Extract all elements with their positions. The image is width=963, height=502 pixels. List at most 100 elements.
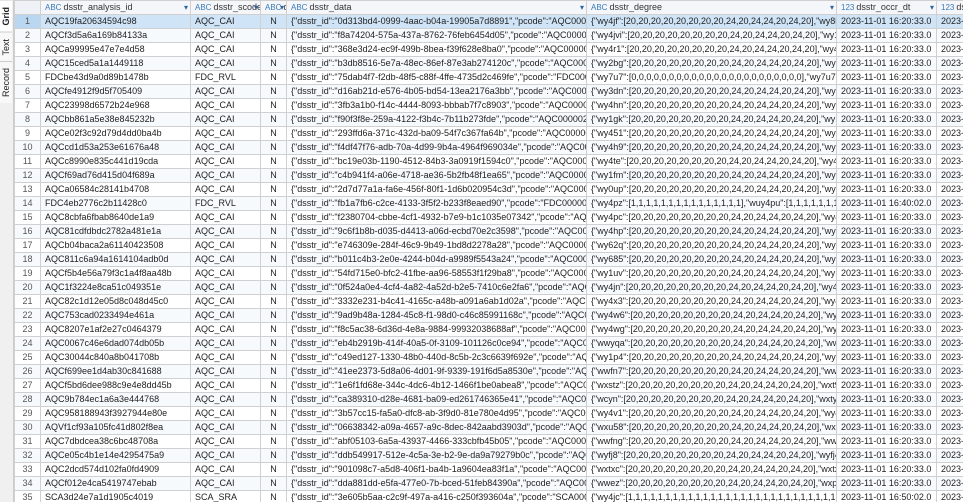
- cell-scode-detail[interactable]: AQC_CAI: [191, 281, 261, 295]
- cell-analysis-id[interactable]: AQCfe4912f9d5f705409: [41, 85, 191, 99]
- cell-creat[interactable]: 2023-11-01 16:: [937, 239, 963, 253]
- row-number[interactable]: 22: [15, 309, 41, 323]
- cell-degree[interactable]: {"wy4jn":[20,20,20,20,20,20,20,20,24,20,…: [587, 281, 837, 295]
- cell-scode-detail[interactable]: AQC_CAI: [191, 99, 261, 113]
- row-number[interactable]: 14: [15, 197, 41, 211]
- cell-degree[interactable]: {"wy4te":[20,20,20,20,20,20,20,20,24,20,…: [587, 155, 837, 169]
- table-row[interactable]: 14FDC4eb2776c2b11428c0FDC_RVLN{"dsstr_id…: [15, 197, 963, 211]
- cell-data[interactable]: {"dsstr_id":"ca389310-d28e-4681-ba09-ed2…: [287, 393, 587, 407]
- cell-creat[interactable]: 2023-11-01 16:: [937, 323, 963, 337]
- cell-creat[interactable]: 2023-11-01 16:: [937, 57, 963, 71]
- cell-data[interactable]: {"dsstr_id":"c49ed127-1330-48b0-440d-8c5…: [287, 351, 587, 365]
- cell-scode-detail[interactable]: AQC_CAI: [191, 29, 261, 43]
- table-row[interactable]: 30AQVf1cf93a105fc41d802f8eaAQC_CAIN{"dss…: [15, 421, 963, 435]
- cell-occr-dt[interactable]: 2023-11-01 16:20:33.0: [837, 295, 937, 309]
- cell-occr-dt[interactable]: 2023-11-01 16:20:33.0: [837, 393, 937, 407]
- row-number[interactable]: 10: [15, 141, 41, 155]
- row-number[interactable]: 25: [15, 351, 41, 365]
- table-row[interactable]: 8AQCbb861a5e38e845232bAQC_CAIN{"dsstr_id…: [15, 113, 963, 127]
- cell-occr-dt[interactable]: 2023-11-01 16:20:33.0: [837, 155, 937, 169]
- row-number[interactable]: 4: [15, 57, 41, 71]
- cell-scode-detail[interactable]: AQC_CAI: [191, 239, 261, 253]
- cell-degree[interactable]: {"wy4jvi":[20,20,20,20,20,20,20,20,24,20…: [587, 29, 837, 43]
- cell-degree[interactable]: {"wy4jf":[20,20,20,20,20,20,20,20,24,20,…: [587, 15, 837, 29]
- cell-data[interactable]: {"dsstr_id":"b3db8516-5e7a-48ec-86ef-87e…: [287, 57, 587, 71]
- cell-degree[interactable]: {"wy62q":[20,20,20,20,20,20,20,20,24,20,…: [587, 239, 837, 253]
- cell-occr-dt[interactable]: 2023-11-01 16:20:33.0: [837, 169, 937, 183]
- cell-scode-detail[interactable]: AQC_CAI: [191, 477, 261, 491]
- cell-degree[interactable]: {"wwfng":[20,20,20,20,20,20,20,20,24,20,…: [587, 435, 837, 449]
- cell-data[interactable]: {"dsstr_id":"54fd715e0-bfc2-41fbe-aa96-5…: [287, 267, 587, 281]
- cell-creat[interactable]: 2023-11-01 16:: [937, 435, 963, 449]
- cell-data[interactable]: {"dsstr_id":"dda881dd-e5fa-477e0-7b-bced…: [287, 477, 587, 491]
- cell-creat[interactable]: 2023-11-01 16:: [937, 421, 963, 435]
- dropdown-icon[interactable]: ▾: [830, 2, 834, 13]
- cell-data[interactable]: {"dsstr_id":"06638342-a09a-4657-a9c-8dec…: [287, 421, 587, 435]
- row-number[interactable]: 6: [15, 85, 41, 99]
- cell-rcv-flg[interactable]: N: [261, 169, 287, 183]
- cell-rcv-flg[interactable]: N: [261, 379, 287, 393]
- row-number[interactable]: 30: [15, 421, 41, 435]
- data-grid[interactable]: ABCdsstr_analysis_id▾ ABCdsstr_scode_det…: [14, 0, 963, 502]
- table-row[interactable]: 5FDCbe43d9a0d89b1478bFDC_RVLN{"dsstr_id"…: [15, 71, 963, 85]
- row-number[interactable]: 8: [15, 113, 41, 127]
- dropdown-icon[interactable]: ▾: [580, 2, 584, 13]
- row-number[interactable]: 20: [15, 281, 41, 295]
- row-number[interactable]: 21: [15, 295, 41, 309]
- cell-occr-dt[interactable]: 2023-11-01 16:20:33.0: [837, 43, 937, 57]
- cell-degree[interactable]: {"wy4v1":[20,20,20,20,20,20,20,20,24,20,…: [587, 407, 837, 421]
- cell-occr-dt[interactable]: 2023-11-01 16:50:02.0: [837, 491, 937, 502]
- cell-data[interactable]: {"dsstr_id":"f2380704-cbbe-4cf1-4932-b7e…: [287, 211, 587, 225]
- cell-rcv-flg[interactable]: N: [261, 29, 287, 43]
- cell-scode-detail[interactable]: SCA_SRA: [191, 491, 261, 502]
- cell-rcv-flg[interactable]: N: [261, 491, 287, 502]
- cell-scode-detail[interactable]: AQC_CAI: [191, 141, 261, 155]
- row-number[interactable]: 11: [15, 155, 41, 169]
- cell-creat[interactable]: 2023-11-01 16:: [937, 253, 963, 267]
- cell-degree[interactable]: {"wy1fm":[20,20,20,20,20,20,20,20,24,20,…: [587, 169, 837, 183]
- cell-degree[interactable]: {"wy1p4":[20,20,20,20,20,20,20,20,24,20,…: [587, 351, 837, 365]
- table-row[interactable]: 20AQC1f3224e8ca51c049351eAQC_CAIN{"dsstr…: [15, 281, 963, 295]
- cell-occr-dt[interactable]: 2023-11-01 16:40:02.0: [837, 197, 937, 211]
- table-row[interactable]: 27AQCf5bd6dee988c9e4e8dd45bAQC_CAIN{"dss…: [15, 379, 963, 393]
- cell-occr-dt[interactable]: 2023-11-01 16:20:33.0: [837, 351, 937, 365]
- cell-creat[interactable]: 2023-11-01 16:: [937, 309, 963, 323]
- cell-degree[interactable]: {"wy4jc":[1,1,1,1,1,1,1,1,1,1,1,1,1,1,1,…: [587, 491, 837, 502]
- row-number[interactable]: 3: [15, 43, 41, 57]
- cell-creat[interactable]: 2023-11-01 16:: [937, 491, 963, 502]
- cell-degree[interactable]: {"wwfn7":[20,20,20,20,20,20,20,20,24,20,…: [587, 365, 837, 379]
- cell-scode-detail[interactable]: AQC_CAI: [191, 309, 261, 323]
- table-row[interactable]: 22AQC753cad0233494e461aAQC_CAIN{"dsstr_i…: [15, 309, 963, 323]
- cell-data[interactable]: {"dsstr_id":"bc19e03b-1190-4512-84b3-3a0…: [287, 155, 587, 169]
- cell-scode-detail[interactable]: AQC_CAI: [191, 183, 261, 197]
- cell-creat[interactable]: 2023-11-01 16:: [937, 365, 963, 379]
- row-number[interactable]: 27: [15, 379, 41, 393]
- cell-creat[interactable]: 2023-11-01 16:: [937, 379, 963, 393]
- cell-creat[interactable]: 2023-11-01 16:: [937, 71, 963, 85]
- cell-rcv-flg[interactable]: N: [261, 253, 287, 267]
- cell-analysis-id[interactable]: SCA3d24e7a1d1905c4019: [41, 491, 191, 502]
- cell-data[interactable]: {"dsstr_id":"f8a74204-575a-437a-8762-76f…: [287, 29, 587, 43]
- cell-rcv-flg[interactable]: N: [261, 15, 287, 29]
- cell-rcv-flg[interactable]: N: [261, 421, 287, 435]
- cell-analysis-id[interactable]: AQCf5bd6dee988c9e4e8dd45b: [41, 379, 191, 393]
- cell-data[interactable]: {"dsstr_id":"f90f3f8e-259a-4122-f3b4c-7b…: [287, 113, 587, 127]
- cell-rcv-flg[interactable]: N: [261, 295, 287, 309]
- row-number[interactable]: 16: [15, 225, 41, 239]
- col-creat[interactable]: 123dsstr_creat▾: [937, 1, 963, 15]
- cell-analysis-id[interactable]: AQC0067c46e6dad074db05b: [41, 337, 191, 351]
- cell-occr-dt[interactable]: 2023-11-01 16:20:33.0: [837, 449, 937, 463]
- cell-analysis-id[interactable]: AQC30044c840a8b041708b: [41, 351, 191, 365]
- cell-occr-dt[interactable]: 2023-11-01 16:20:33.0: [837, 323, 937, 337]
- cell-creat[interactable]: 2023-11-01 16:: [937, 393, 963, 407]
- cell-rcv-flg[interactable]: N: [261, 323, 287, 337]
- row-number[interactable]: 13: [15, 183, 41, 197]
- cell-degree[interactable]: {"wy3dn":[20,20,20,20,20,20,20,20,24,20,…: [587, 85, 837, 99]
- cell-occr-dt[interactable]: 2023-11-01 16:20:33.0: [837, 127, 937, 141]
- row-number[interactable]: 26: [15, 365, 41, 379]
- cell-rcv-flg[interactable]: N: [261, 71, 287, 85]
- cell-rcv-flg[interactable]: N: [261, 155, 287, 169]
- table-row[interactable]: 11AQCc8990e835c441d19cdaAQC_CAIN{"dsstr_…: [15, 155, 963, 169]
- cell-occr-dt[interactable]: 2023-11-01 16:20:33.0: [837, 29, 937, 43]
- cell-scode-detail[interactable]: AQC_CAI: [191, 421, 261, 435]
